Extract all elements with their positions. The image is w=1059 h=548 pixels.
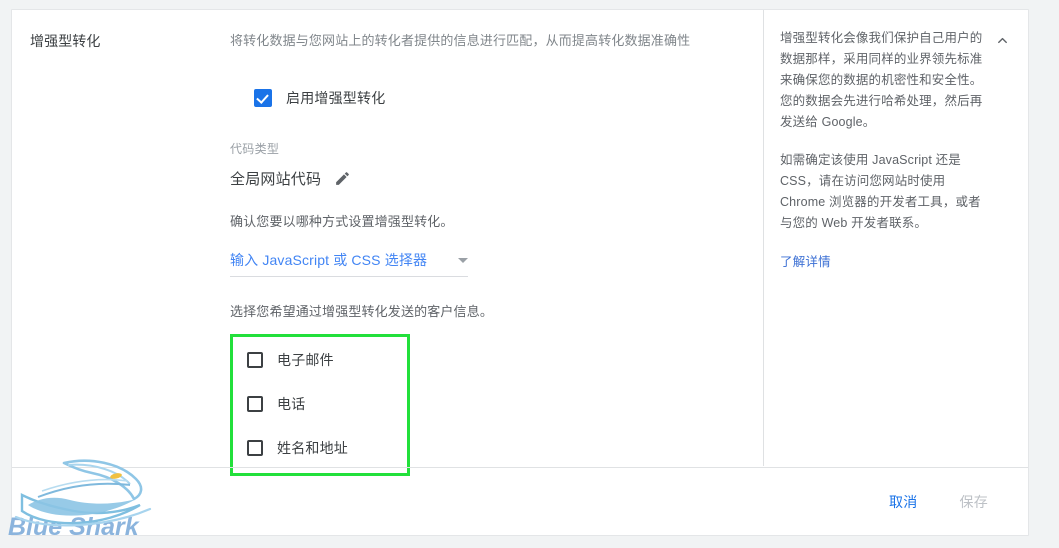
card-footer: 取消 保存 [12, 467, 1028, 536]
cancel-button[interactable]: 取消 [873, 484, 934, 520]
selector-dropdown-value: 输入 JavaScript 或 CSS 选择器 [230, 252, 428, 268]
info-paragraph-javascript-css: 如需确定该使用 JavaScript 还是 CSS，请在访问您网站时使用 Chr… [780, 153, 981, 230]
email-checkbox-label: 电子邮件 [277, 352, 334, 368]
name-address-checkbox[interactable] [247, 440, 263, 456]
chevron-up-icon[interactable] [990, 28, 1014, 52]
phone-checkbox-label: 电话 [277, 396, 306, 412]
blue-shark-watermark-text: Blue Shark [8, 513, 139, 541]
customer-info-prompt: 选择您希望通过增强型转化发送的客户信息。 [230, 304, 494, 319]
card-body: 增强型转化 将转化数据与您网站上的转化者提供的信息进行匹配，从而提高转化数据准确… [12, 10, 1028, 476]
section-description: 将转化数据与您网站上的转化者提供的信息进行匹配，从而提高转化数据准确性 [230, 33, 691, 48]
pencil-icon[interactable] [334, 170, 351, 187]
settings-column: 将转化数据与您网站上的转化者提供的信息进行匹配，从而提高转化数据准确性 启用增强… [230, 10, 763, 476]
page-title: 增强型转化 [30, 33, 101, 49]
selector-dropdown[interactable]: 输入 JavaScript 或 CSS 选择器 [230, 250, 468, 277]
save-button: 保存 [944, 484, 1005, 520]
enable-enhanced-conversions-label: 启用增强型转化 [286, 90, 386, 106]
info-panel: 增强型转化会像我们保护自己用户的数据那样，采用同样的业界领先标准来确保您的数据的… [763, 10, 1028, 466]
code-type-value-row: 全局网站代码 [230, 168, 739, 189]
customer-info-option-name-address[interactable]: 姓名和地址 [247, 439, 407, 457]
enable-enhanced-conversions-row[interactable]: 启用增强型转化 [254, 88, 739, 108]
customer-info-option-email[interactable]: 电子邮件 [247, 351, 407, 369]
name-address-checkbox-label: 姓名和地址 [277, 440, 348, 456]
enhanced-conversions-card: 增强型转化 将转化数据与您网站上的转化者提供的信息进行匹配，从而提高转化数据准确… [11, 9, 1029, 536]
chevron-down-icon [458, 257, 468, 263]
info-paragraph-privacy: 增强型转化会像我们保护自己用户的数据那样，采用同样的业界领先标准来确保您的数据的… [780, 31, 983, 129]
setup-hint: 确认您要以哪种方式设置增强型转化。 [230, 214, 454, 229]
customer-info-options-group: 电子邮件 电话 姓名和地址 [230, 334, 410, 476]
code-type-value: 全局网站代码 [230, 171, 322, 188]
enable-enhanced-conversions-checkbox[interactable] [254, 89, 272, 107]
email-checkbox[interactable] [247, 352, 263, 368]
code-type-label: 代码类型 [230, 142, 280, 156]
phone-checkbox[interactable] [247, 396, 263, 412]
section-title-column: 增强型转化 [12, 10, 230, 466]
learn-more-link[interactable]: 了解详情 [780, 255, 831, 269]
customer-info-option-phone[interactable]: 电话 [247, 395, 407, 413]
